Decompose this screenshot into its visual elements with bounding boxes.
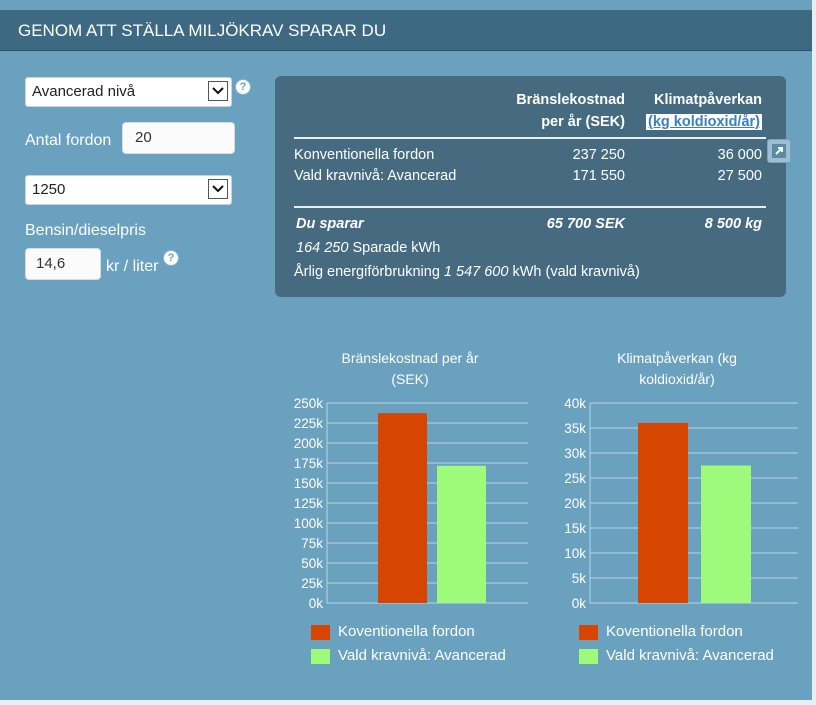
- annual-energy-value: 1 547 600: [443, 264, 509, 280]
- y-tick-label: 5k: [572, 571, 587, 586]
- bar-selected: [701, 465, 751, 603]
- row-conventional-climate: 36 000: [717, 147, 762, 163]
- fleet-count-input[interactable]: 20: [122, 122, 235, 154]
- legend-label: Koventionella fordon: [338, 623, 475, 640]
- help-icon[interactable]: ?: [236, 80, 250, 94]
- y-tick-label: 250k: [294, 396, 324, 411]
- y-tick-label: 20k: [564, 496, 586, 511]
- chart2-title-line1: Klimatpåverkan (kg: [617, 350, 737, 366]
- level-select-value: Avancerad nivå: [32, 83, 136, 100]
- chart1-title-line2: (SEK): [391, 371, 429, 387]
- y-tick-label: 225k: [294, 416, 324, 431]
- help-icon[interactable]: ?: [164, 251, 178, 265]
- y-tick-label: 25k: [564, 471, 586, 486]
- chevron-down-icon[interactable]: [208, 81, 228, 101]
- y-tick-label: 200k: [294, 436, 324, 451]
- saved-kwh: 164 250 Sparade kWh: [296, 240, 440, 256]
- legend-swatch: [311, 649, 330, 664]
- chart1-title-line1: Bränslekostnad per år: [341, 350, 479, 366]
- climate-unit-link[interactable]: (kg koldioxid/år): [646, 114, 762, 130]
- distance-select[interactable]: 1250: [25, 175, 232, 205]
- y-tick-label: 50k: [301, 556, 323, 571]
- y-tick-label: 35k: [564, 421, 586, 436]
- chevron-down-icon[interactable]: [208, 179, 228, 199]
- row-selected-label: Vald kravnivå: Avancerad: [294, 168, 457, 184]
- page-title: GENOM ATT STÄLLA MILJÖKRAV SPARAR DU: [0, 10, 812, 51]
- window-edge: [0, 700, 816, 705]
- y-tick-label: 75k: [301, 536, 323, 551]
- legend-swatch: [579, 625, 598, 640]
- climate-column-header-line1: Klimatpåverkan: [654, 92, 762, 108]
- level-select[interactable]: Avancerad nivå: [25, 77, 232, 107]
- calculator-panel: GENOM ATT STÄLLA MILJÖKRAV SPARAR DU Ava…: [0, 0, 812, 700]
- cost-column-header-line1: Bränslekostnad: [516, 92, 625, 108]
- y-tick-label: 125k: [294, 496, 324, 511]
- y-tick-label: 15k: [564, 521, 586, 536]
- bar-conventional: [638, 423, 688, 603]
- bar-selected: [437, 465, 486, 603]
- fuel-cost-chart: 0k 25k 50k 75k 100k 125k 150k 175k 200k 225k 250k: [294, 396, 528, 611]
- chart1-title: Bränslekostnad per år (SEK): [300, 348, 520, 390]
- savings-cost: 65 700 SEK: [546, 216, 625, 232]
- legend-swatch: [579, 649, 598, 664]
- y-tick-label: 30k: [564, 446, 586, 461]
- savings-label: Du sparar: [296, 216, 364, 232]
- saved-kwh-text: Sparade kWh: [352, 240, 441, 256]
- distance-select-value: 1250: [32, 181, 66, 198]
- chart2-title-line2: koldioxid/år): [639, 371, 715, 387]
- y-tick-label: 10k: [564, 546, 586, 561]
- y-tick-label: 0k: [572, 596, 587, 611]
- row-conventional-label: Konventionella fordon: [294, 147, 435, 163]
- legend-swatch: [311, 625, 330, 640]
- divider: [294, 206, 766, 208]
- y-tick-label: 25k: [301, 576, 323, 591]
- y-tick-label: 40k: [564, 396, 586, 411]
- cost-column-header-line2: per år (SEK): [541, 114, 625, 130]
- legend-label: Vald kravnivå: Avancerad: [606, 647, 774, 664]
- row-selected-climate: 27 500: [717, 168, 762, 184]
- climate-chart: 0k 5k 10k 15k 20k 25k 30k 35k 40k: [564, 396, 798, 611]
- expand-button[interactable]: [767, 139, 791, 163]
- annual-energy-prefix: Årlig energiförbrukning: [294, 264, 440, 280]
- y-tick-label: 150k: [294, 476, 324, 491]
- savings-summary: Bränslekostnad per år (SEK) Klimatpåverk…: [275, 76, 786, 297]
- annual-energy-suffix: kWh (vald kravnivå): [512, 264, 640, 280]
- fleet-label: Antal fordon: [25, 132, 112, 149]
- legend-label: Vald kravnivå: Avancerad: [338, 647, 506, 664]
- window-edge: [812, 0, 816, 705]
- annual-energy: Årlig energiförbrukning 1 547 600 kWh (v…: [294, 264, 640, 280]
- row-conventional-cost: 237 250: [572, 147, 625, 163]
- saved-kwh-value: 164 250: [296, 240, 349, 256]
- expand-icon: [772, 144, 786, 158]
- fuel-price-label: Bensin/dieselpris: [25, 222, 146, 239]
- chart2-title: Klimatpåverkan (kg koldioxid/år): [567, 348, 787, 390]
- row-selected-cost: 171 550: [572, 168, 625, 184]
- bar-conventional: [378, 413, 427, 603]
- divider: [294, 137, 766, 139]
- legend-label: Koventionella fordon: [606, 623, 743, 640]
- y-tick-label: 100k: [294, 516, 324, 531]
- climate-unit-link-text[interactable]: (kg koldioxid/år): [646, 114, 762, 130]
- fuel-price-unit: kr / liter: [106, 258, 159, 275]
- y-tick-label: 0k: [309, 596, 324, 611]
- savings-climate: 8 500 kg: [704, 216, 762, 232]
- fuel-price-input[interactable]: 14,6: [25, 248, 101, 280]
- y-tick-label: 175k: [294, 456, 324, 471]
